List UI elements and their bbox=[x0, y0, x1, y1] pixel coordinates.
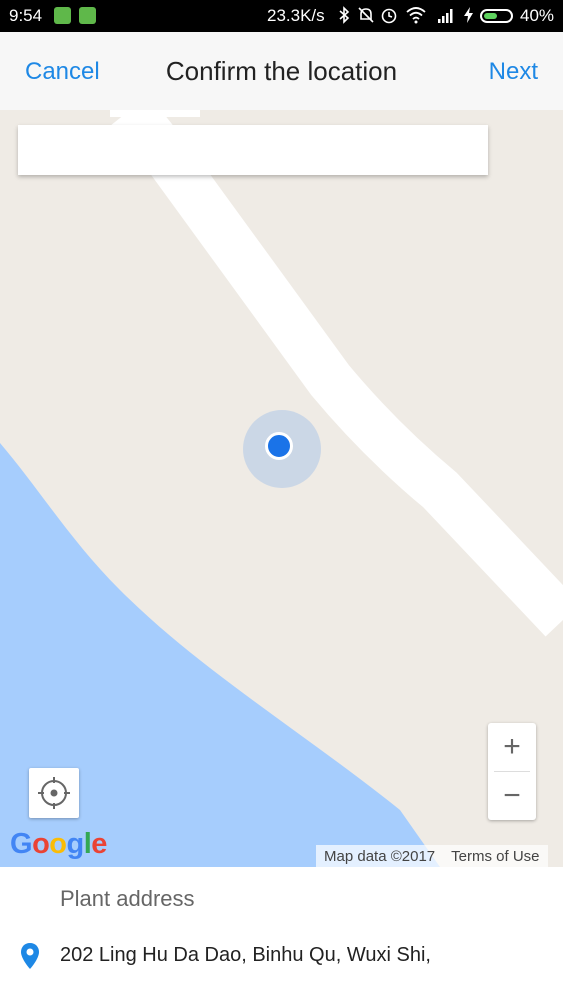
mute-icon bbox=[358, 7, 374, 23]
zoom-control: + − bbox=[488, 723, 536, 820]
nav-bar: Cancel Confirm the location Next bbox=[0, 32, 563, 110]
google-logo: Google bbox=[10, 828, 107, 860]
current-location-dot bbox=[265, 432, 293, 460]
page-title: Confirm the location bbox=[165, 56, 398, 86]
map-credits: Map data ©2017 Terms of Use bbox=[316, 845, 548, 867]
alarm-icon bbox=[381, 8, 397, 24]
zoom-out-button[interactable]: − bbox=[488, 772, 536, 820]
zoom-in-button[interactable]: + bbox=[488, 723, 536, 771]
battery-percent: 40% bbox=[520, 6, 555, 25]
android-icon bbox=[79, 7, 96, 24]
status-time: 9:54 bbox=[9, 6, 43, 25]
charging-icon bbox=[464, 7, 473, 23]
map-data-text: Map data ©2017 bbox=[324, 847, 436, 865]
crosshair-icon bbox=[38, 777, 70, 809]
wifi-icon bbox=[406, 7, 426, 24]
status-bar: 9:54 23.3K/s 40% bbox=[0, 0, 563, 32]
plant-address-value[interactable]: 202 Ling Hu Da Dao, Binhu Qu, Wuxi Shi, bbox=[60, 944, 431, 967]
battery-icon bbox=[480, 9, 513, 23]
location-search-input[interactable] bbox=[18, 125, 488, 175]
my-location-button[interactable] bbox=[29, 768, 79, 818]
plant-address-label: Plant address bbox=[60, 886, 195, 911]
map-tiles bbox=[0, 110, 563, 867]
terms-of-use-link[interactable]: Terms of Use bbox=[443, 848, 547, 865]
map-view[interactable]: + − Google Map data ©2017 Terms of Use bbox=[0, 110, 563, 867]
signal-icon bbox=[438, 9, 453, 23]
location-pin-icon bbox=[21, 943, 39, 969]
next-button[interactable]: Next bbox=[489, 58, 538, 86]
address-section: Plant address 202 Ling Hu Da Dao, Binhu … bbox=[0, 867, 563, 1000]
bluetooth-icon bbox=[339, 6, 350, 24]
app-notification-icon bbox=[54, 7, 71, 24]
network-speed: 23.3K/s bbox=[267, 6, 325, 25]
